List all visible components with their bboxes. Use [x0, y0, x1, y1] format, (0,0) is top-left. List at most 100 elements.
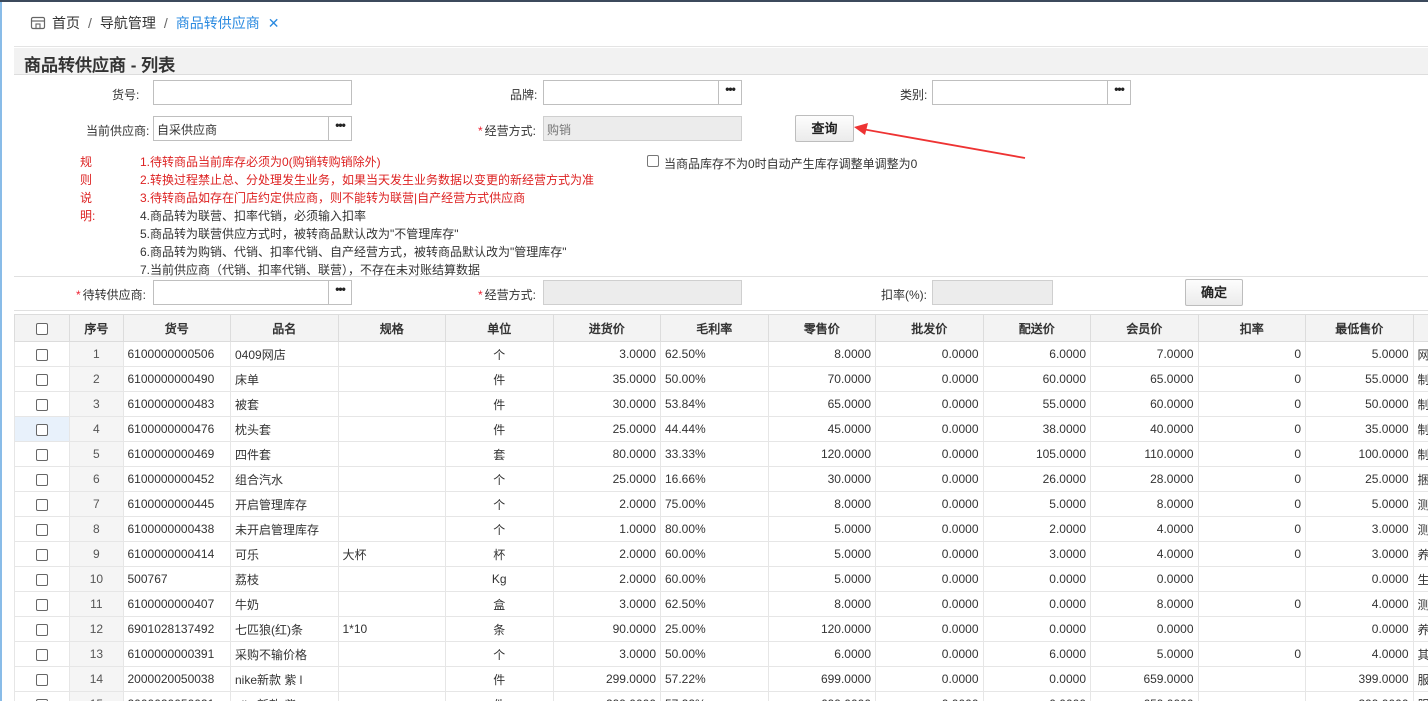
member-price-cell: 659.0000 — [1090, 666, 1199, 692]
table-row[interactable]: 11 6100000000407 牛奶盒 3.0000 62.50% 8.0000 0.00… — [14, 591, 1428, 617]
brand-picker-button[interactable]: ••• — [718, 80, 742, 105]
extra-cell: 制单 — [1412, 366, 1428, 392]
select-all-cell[interactable] — [14, 314, 71, 342]
member-price-cell: 7.0000 — [1090, 341, 1199, 367]
table-row[interactable]: 152000020050021nike新款 紫 件299.000057.22%69… — [14, 691, 1428, 701]
gross-margin-cell: 50.00% — [660, 641, 769, 667]
row-checkbox[interactable] — [36, 623, 49, 636]
breadcrumb-nav[interactable]: 导航管理 — [100, 13, 156, 33]
table-row[interactable]: 6 6100000000452 组合汽水个 25.0000 16.66% 30.0000 0… — [14, 466, 1428, 492]
row-checkbox[interactable] — [36, 473, 49, 486]
target-supplier-label: * 待转供应商: — [76, 286, 146, 303]
row-checkbox[interactable] — [36, 573, 49, 586]
row-checkbox[interactable] — [36, 498, 49, 511]
column-header[interactable]: 配送价 — [982, 314, 1091, 342]
row-select-cell[interactable] — [14, 441, 71, 467]
close-tab-icon[interactable]: ✕ — [268, 15, 280, 32]
column-header[interactable]: 扣率 — [1197, 314, 1306, 342]
row-index-cell: 6 — [69, 466, 124, 492]
target-mode-select[interactable] — [543, 280, 742, 305]
table-row[interactable]: 8 6100000000438 未开启管理库存 个 1.0000 80.00% 5.0000… — [14, 516, 1428, 542]
column-header[interactable]: 进货价 — [552, 314, 661, 342]
column-header[interactable]: 品名 — [230, 314, 339, 342]
breadcrumb-current[interactable]: 商品转供应商 — [176, 13, 260, 33]
row-select-cell[interactable] — [14, 666, 71, 692]
item-code-cell: 6100000000445 — [122, 491, 231, 517]
row-checkbox[interactable] — [36, 398, 49, 411]
retail-price-cell: 120.0000 — [767, 616, 876, 642]
row-checkbox[interactable] — [36, 523, 49, 536]
row-select-cell[interactable] — [14, 616, 71, 642]
select-all-checkbox[interactable] — [36, 322, 49, 335]
extra-cell: 制单 — [1412, 441, 1428, 467]
row-checkbox[interactable] — [36, 423, 49, 436]
table-row[interactable]: 3 6100000000483 被套 件 30.0000 53.84% 65.0000 0.0… — [14, 391, 1428, 417]
confirm-button[interactable]: 确定 — [1185, 279, 1243, 306]
table-row[interactable]: 2 6100000000490 床单 件 35.0000 50.00% 70.0000 0.0… — [14, 366, 1428, 392]
query-button[interactable]: 查询 — [795, 115, 854, 142]
row-checkbox[interactable] — [36, 648, 49, 661]
table-row[interactable]: 12 6901028137492 七匹狼(红)条 1*10 条 90.0000 25.00%… — [14, 616, 1428, 642]
row-checkbox[interactable] — [36, 373, 49, 386]
auto-adjust-checkbox[interactable] — [647, 155, 659, 167]
row-checkbox[interactable] — [36, 348, 49, 361]
delivery-price-cell: 60.0000 — [982, 366, 1091, 392]
table-row[interactable]: 1 6100000000506 0409网店个 3.0000 62.50% 8.0000 0… — [14, 341, 1428, 367]
target-supplier-input[interactable] — [153, 280, 329, 305]
gross-margin-cell: 75.00% — [660, 491, 769, 517]
table-row[interactable]: 9 6100000000414 可乐 大杯杯 2.0000 60.00% 5.0000 0.0… — [14, 541, 1428, 567]
extra-cell: 养乐 — [1412, 616, 1428, 642]
row-index-cell: 14 — [69, 666, 124, 692]
row-select-cell[interactable] — [14, 566, 71, 592]
row-select-cell[interactable] — [14, 466, 71, 492]
wholesale-price-cell: 0.0000 — [875, 641, 984, 667]
column-header[interactable]: 毛利率 — [660, 314, 769, 342]
table-row[interactable]: 5 6100000000469 四件套套 80.0000 33.33% 120.0000 0… — [14, 441, 1428, 467]
member-price-cell: 110.0000 — [1090, 441, 1199, 467]
column-header[interactable] — [1412, 314, 1428, 342]
row-checkbox[interactable] — [36, 448, 49, 461]
table-row[interactable]: 14 2000020050038 nike新款 紫 l 件 299.0000 57.22%… — [14, 666, 1428, 692]
breadcrumb-home[interactable]: 首页 — [52, 13, 80, 33]
row-checkbox[interactable] — [36, 598, 49, 611]
extra-cell: 测试 — [1412, 491, 1428, 517]
huohao-input[interactable] — [153, 80, 352, 105]
column-header[interactable]: 序号 — [69, 314, 124, 342]
min-price-cell: 4.0000 — [1305, 641, 1414, 667]
row-checkbox[interactable] — [36, 673, 49, 686]
gross-margin-cell: 57.22% — [660, 691, 769, 701]
row-index-cell: 11 — [69, 591, 124, 617]
table-row[interactable]: 13 6100000000391 采购不输价格个 3.0000 50.00% 6.0000… — [14, 641, 1428, 667]
column-header[interactable]: 规格 — [337, 314, 446, 342]
brand-input[interactable] — [543, 80, 719, 105]
target-supplier-picker-button[interactable]: ••• — [328, 280, 352, 305]
table-row[interactable]: 4 6100000000476 枕头套 件 25.0000 44.44% 45.0000 0.… — [14, 416, 1428, 442]
row-select-cell[interactable] — [14, 366, 71, 392]
row-select-cell[interactable] — [14, 541, 71, 567]
table-row[interactable]: 10 500767 荔枝 Kg 2.0000 60.00% 5.0000 0.0000 0.00… — [14, 566, 1428, 592]
current-supplier-input[interactable]: 自采供应商 — [153, 116, 329, 141]
discount-input[interactable] — [932, 280, 1053, 305]
column-header[interactable]: 会员价 — [1090, 314, 1199, 342]
row-index-cell: 8 — [69, 516, 124, 542]
column-header[interactable]: 批发价 — [875, 314, 984, 342]
row-checkbox[interactable] — [36, 548, 49, 561]
category-picker-button[interactable]: ••• — [1107, 80, 1131, 105]
row-select-cell[interactable] — [14, 516, 71, 542]
row-select-cell[interactable] — [14, 591, 71, 617]
row-select-cell[interactable] — [14, 341, 71, 367]
column-header[interactable]: 单位 — [445, 314, 554, 342]
current-supplier-picker-button[interactable]: ••• — [328, 116, 352, 141]
column-header[interactable]: 货号 — [122, 314, 231, 342]
row-select-cell[interactable] — [14, 391, 71, 417]
row-select-cell[interactable] — [14, 416, 71, 442]
purchase-price-cell: 299.0000 — [552, 666, 661, 692]
unit-cell: 件 — [445, 691, 554, 701]
row-select-cell[interactable] — [14, 691, 71, 701]
table-row[interactable]: 7 6100000000445 开启管理库存个 2.0000 75.00% 8.0000 0… — [14, 491, 1428, 517]
row-select-cell[interactable] — [14, 641, 71, 667]
column-header[interactable]: 零售价 — [767, 314, 876, 342]
category-input[interactable] — [932, 80, 1108, 105]
row-select-cell[interactable] — [14, 491, 71, 517]
column-header[interactable]: 最低售价 — [1305, 314, 1414, 342]
